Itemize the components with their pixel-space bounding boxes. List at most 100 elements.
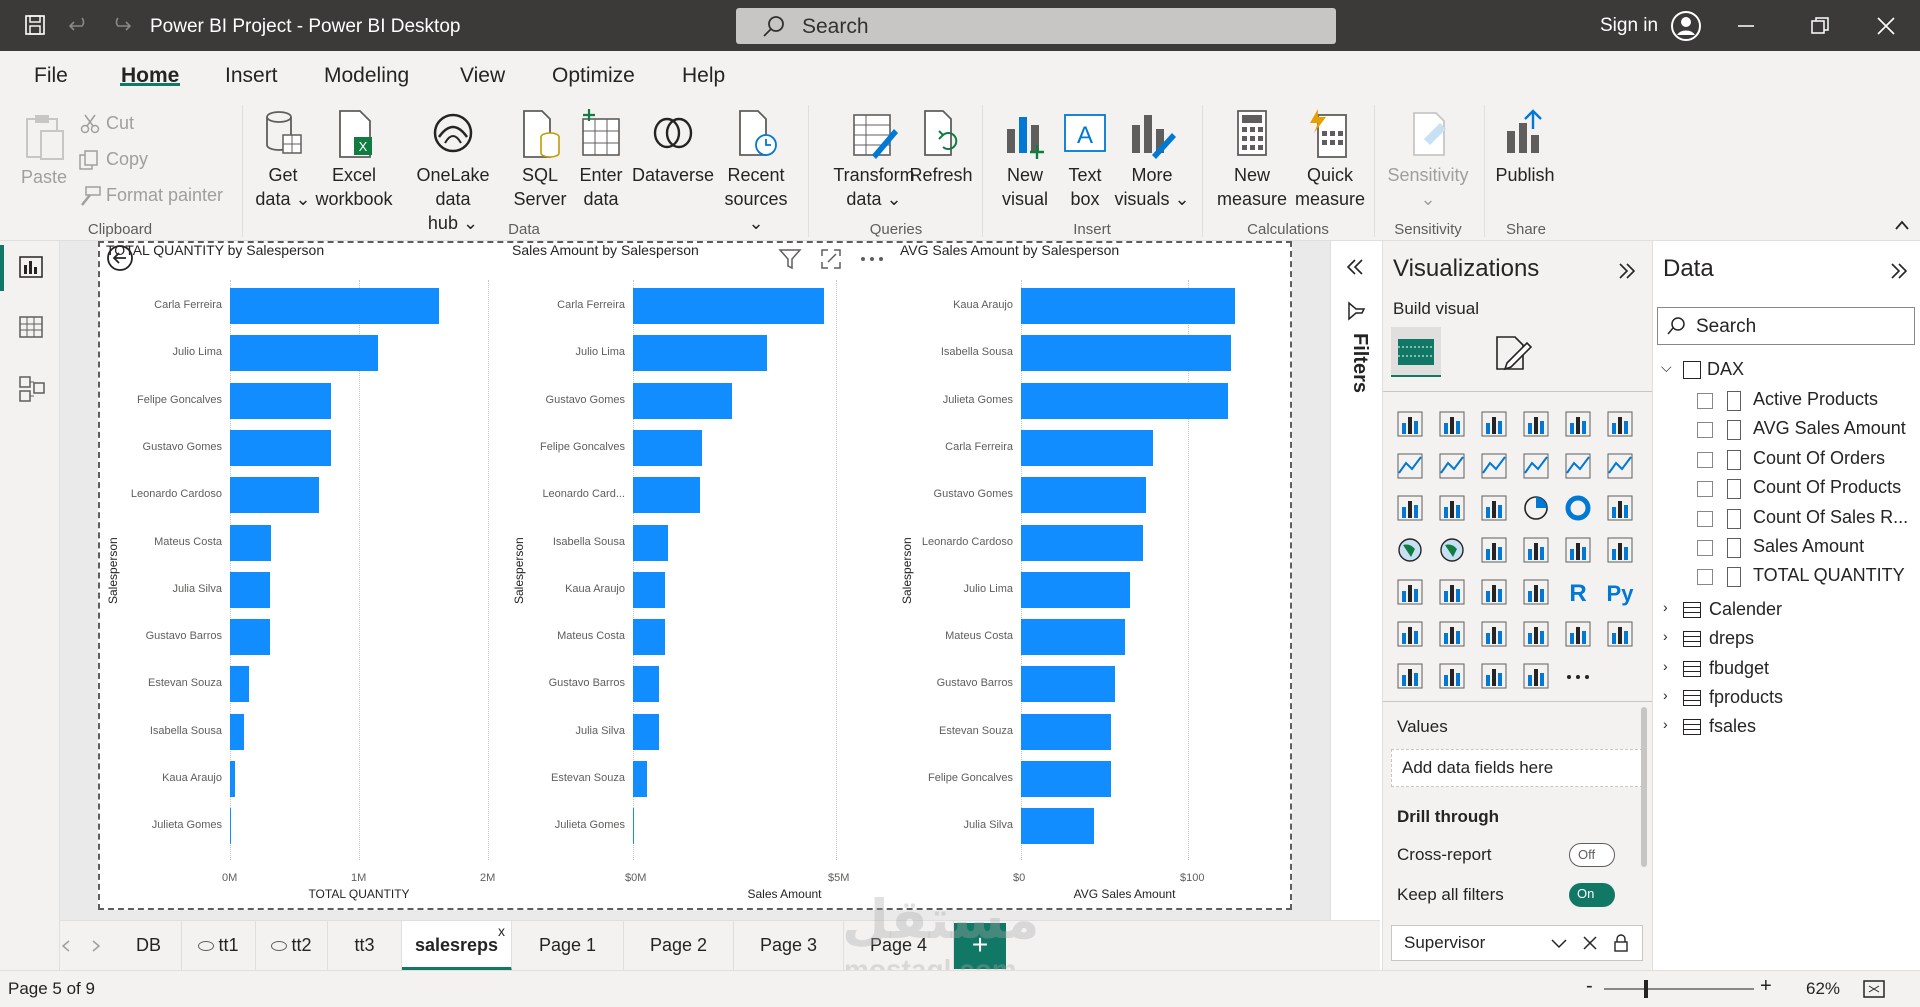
text-box-button[interactable]: A Text box	[1056, 109, 1114, 211]
recent-sources-button[interactable]: Recent sources ⌄	[716, 109, 796, 235]
bar[interactable]	[633, 571, 666, 608]
enter-data-button[interactable]: Enter data	[570, 109, 632, 211]
chevron-down-icon[interactable]	[1550, 938, 1568, 950]
model-view-icon[interactable]	[18, 375, 46, 403]
pie-visual-icon[interactable]	[1521, 493, 1553, 525]
expand-viz-icon[interactable]	[1617, 261, 1637, 281]
cross-report-toggle[interactable]: Off	[1569, 843, 1615, 867]
azure-map-visual-icon[interactable]	[1479, 535, 1511, 567]
bar[interactable]	[633, 335, 767, 372]
report-view-icon[interactable]	[18, 255, 44, 279]
bar[interactable]	[633, 761, 648, 797]
100-column-visual-icon[interactable]	[1605, 409, 1637, 441]
decomposition-tree-visual-icon[interactable]	[1437, 619, 1469, 651]
expand-table-chevron[interactable]: ›	[1663, 687, 1668, 703]
new-visual-button[interactable]: New visual	[994, 109, 1056, 211]
focus-mode-icon[interactable]	[820, 248, 842, 270]
close-tab-icon[interactable]: x	[498, 907, 505, 955]
table-item[interactable]: fsales	[1709, 716, 1756, 737]
collapse-ribbon-icon[interactable]	[1894, 219, 1910, 231]
page-tab[interactable]: tt1	[182, 921, 256, 971]
bar[interactable]	[230, 808, 232, 845]
new-measure-button[interactable]: New measure	[1212, 109, 1292, 211]
undo-icon[interactable]	[68, 14, 90, 36]
clustered-bar-visual-icon[interactable]	[1479, 409, 1511, 441]
measure-checkbox[interactable]	[1697, 393, 1713, 409]
remove-field-icon[interactable]	[1582, 935, 1598, 951]
bar[interactable]	[230, 619, 270, 656]
qa-visual-icon[interactable]	[1479, 619, 1511, 651]
drill-through-field[interactable]: Supervisor	[1391, 925, 1643, 961]
format-visual-icon[interactable]	[1493, 333, 1533, 373]
search-input[interactable]: Search	[736, 8, 1336, 44]
expand-table-chevron[interactable]: ›	[1663, 599, 1668, 615]
bar[interactable]	[1021, 429, 1153, 466]
table-view-icon[interactable]	[18, 315, 44, 339]
bar[interactable]	[230, 571, 270, 608]
page-tab[interactable]: tt2	[256, 921, 328, 971]
publish-button[interactable]: Publish	[1490, 109, 1560, 187]
line-column-visual-icon[interactable]	[1521, 451, 1553, 483]
stacked-bar-visual-icon[interactable]	[1395, 409, 1427, 441]
map-visual-icon[interactable]	[1395, 535, 1427, 567]
measure-checkbox[interactable]	[1697, 422, 1713, 439]
measure-item[interactable]: Sales Amount	[1753, 536, 1864, 557]
bar[interactable]	[633, 808, 634, 845]
bar[interactable]	[633, 382, 733, 419]
format-painter-button[interactable]: Format painter	[106, 185, 223, 206]
bar[interactable]	[633, 619, 665, 656]
table-item[interactable]: fbudget	[1709, 658, 1769, 679]
expand-table-chevron[interactable]: ›	[1663, 628, 1668, 644]
bar[interactable]	[230, 382, 331, 419]
scroll-right-icon[interactable]	[90, 939, 102, 953]
expand-table-chevron[interactable]: ›	[1663, 658, 1668, 674]
account-icon[interactable]	[1670, 10, 1702, 42]
filled-map-visual-icon[interactable]	[1437, 535, 1469, 567]
bar[interactable]	[1021, 477, 1147, 514]
bar[interactable]	[230, 666, 250, 703]
measure-item[interactable]: Count Of Products	[1753, 477, 1901, 498]
bar[interactable]	[1021, 524, 1143, 561]
filter-icon[interactable]	[778, 248, 802, 270]
menu-optimize[interactable]: Optimize	[552, 64, 635, 88]
more-visuals-button[interactable]: More visuals ⌄	[1114, 109, 1190, 211]
bar[interactable]	[1021, 761, 1112, 797]
area-visual-icon[interactable]	[1437, 451, 1469, 483]
multi-row-card-visual-icon[interactable]	[1605, 535, 1637, 567]
measure-checkbox[interactable]	[1697, 510, 1713, 527]
page-tab[interactable]: DB	[116, 921, 182, 971]
power-apps-visual-icon[interactable]	[1395, 661, 1427, 693]
data-search-input[interactable]: Search	[1657, 307, 1915, 345]
dataverse-button[interactable]: Dataverse	[630, 109, 716, 187]
table-visual-icon[interactable]	[1479, 577, 1511, 609]
bar[interactable]	[1021, 666, 1115, 703]
measure-item[interactable]: Count Of Orders	[1753, 448, 1885, 469]
clustered-column-visual-icon[interactable]	[1521, 409, 1553, 441]
build-visual-tab[interactable]	[1391, 327, 1441, 377]
more-options-icon[interactable]	[860, 256, 884, 262]
ribbon-visual-icon[interactable]	[1605, 451, 1637, 483]
goals-visual-icon[interactable]	[1563, 619, 1595, 651]
funnel-visual-icon[interactable]	[1437, 493, 1469, 525]
bar[interactable]	[1021, 713, 1112, 750]
donut-visual-icon[interactable]	[1563, 493, 1595, 525]
minimize-icon[interactable]	[1736, 16, 1756, 36]
sql-server-button[interactable]: SQL Server	[508, 109, 572, 211]
scatter-visual-icon[interactable]	[1479, 493, 1511, 525]
close-icon[interactable]	[1876, 16, 1896, 36]
page-tab[interactable]: Page 3	[734, 921, 844, 971]
expand-dax-chevron[interactable]: ⌵	[1661, 359, 1672, 376]
keep-all-filters-toggle[interactable]: On	[1569, 883, 1615, 907]
page-tab[interactable]: tt3	[328, 921, 402, 971]
more-visual-icon[interactable]	[1563, 661, 1595, 693]
bar[interactable]	[633, 429, 703, 466]
cut-button[interactable]: Cut	[106, 113, 134, 134]
measure-item[interactable]: AVG Sales Amount	[1753, 418, 1906, 439]
filters-pane[interactable]: Filters	[1330, 241, 1382, 970]
bar[interactable]	[1021, 288, 1235, 324]
bar[interactable]	[230, 761, 236, 797]
zoom-slider[interactable]	[1604, 988, 1754, 990]
page-tab[interactable]: Page 1	[512, 921, 624, 971]
onelake-data-hub-button[interactable]: OneLake data hub ⌄	[398, 109, 508, 235]
get-data-button[interactable]: Get data ⌄	[252, 109, 314, 211]
